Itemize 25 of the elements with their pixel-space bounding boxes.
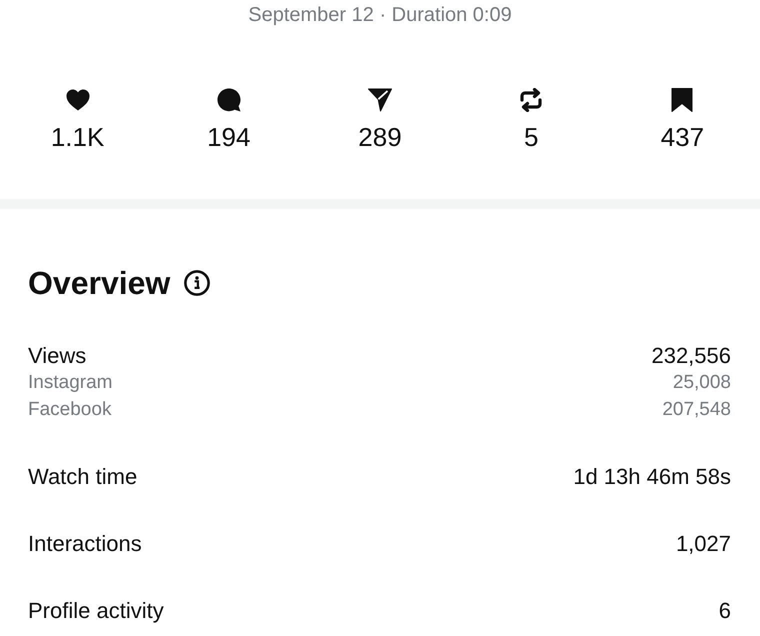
- stat-count: 437: [660, 122, 704, 152]
- metric-label: Profile activity: [28, 597, 164, 624]
- metric-label: Interactions: [28, 530, 142, 557]
- info-icon[interactable]: [184, 270, 210, 296]
- repost-icon: [519, 88, 544, 112]
- source-value: 207,548: [662, 398, 731, 422]
- source-value: 25,008: [672, 371, 731, 395]
- metric-value: 6: [718, 597, 731, 624]
- post-date-duration: September 12 · Duration 0:09: [247, 3, 513, 27]
- stat-count: 194: [207, 122, 250, 152]
- speech-bubble-icon: [216, 88, 241, 112]
- section-title: Overview: [28, 264, 170, 302]
- metric-label: Watch time: [28, 463, 138, 490]
- bookmark-icon: [670, 88, 694, 112]
- metric-label: Views: [28, 342, 86, 369]
- metric-value: 1,027: [676, 530, 731, 557]
- paper-plane-icon: [368, 88, 392, 112]
- metric-value: 1d 13h 46m 58s: [573, 463, 731, 490]
- heart-icon: [66, 88, 90, 112]
- stat-count: 289: [358, 122, 402, 152]
- stat-count: 1.1K: [50, 122, 104, 152]
- source-label: Instagram: [28, 371, 112, 395]
- stat-count: 5: [524, 122, 538, 152]
- source-label: Facebook: [28, 398, 112, 422]
- metric-value: 232,556: [651, 342, 731, 369]
